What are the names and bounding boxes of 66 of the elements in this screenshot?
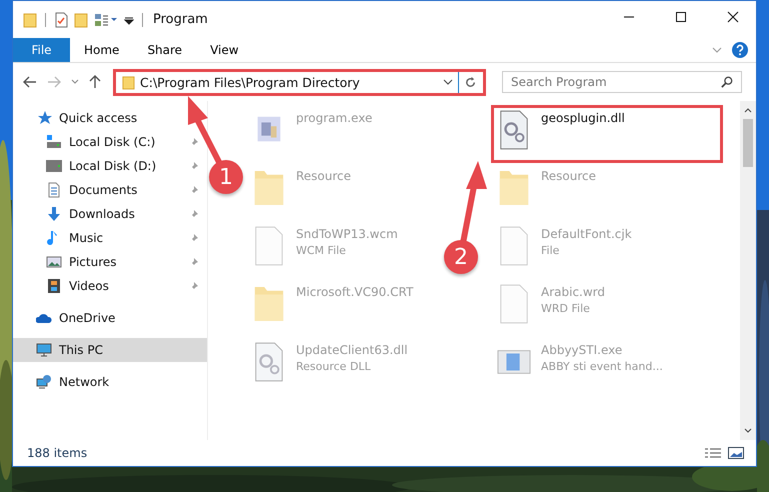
scroll-down-icon[interactable] — [744, 428, 752, 434]
ribbon-tab[interactable]: View — [196, 38, 253, 62]
drive-c-icon — [46, 134, 62, 150]
sidebar-item[interactable]: Local Disk (D:) — [13, 154, 207, 178]
file-name: AbbyySTI.exe — [541, 343, 624, 357]
folder-icon — [122, 74, 135, 90]
sidebar-item[interactable]: Downloads — [13, 202, 207, 226]
sidebar-item[interactable]: Local Disk (C:) — [13, 130, 207, 154]
file-name: UpdateClient63.dll — [296, 343, 408, 357]
properties-icon[interactable] — [54, 12, 68, 28]
up-icon[interactable] — [89, 75, 101, 89]
search-icon — [721, 76, 733, 88]
maximize-icon — [675, 10, 687, 22]
scrollbar-thumb[interactable] — [743, 119, 753, 167]
sidebar-item[interactable]: Documents — [13, 178, 207, 202]
file-name: program.exe — [296, 111, 372, 125]
refresh-icon[interactable] — [464, 76, 477, 88]
file-name: DefaultFont.cjk — [541, 227, 632, 241]
large-icons-view-icon[interactable] — [728, 447, 744, 459]
dropdown-icon[interactable] — [443, 79, 453, 85]
scroll-up-icon[interactable] — [744, 107, 752, 113]
file-menu-button[interactable]: File — [13, 38, 70, 62]
file-name: Microsoft.VC90.CRT — [296, 285, 414, 299]
file-type: WCM File — [296, 244, 347, 257]
close-icon — [727, 10, 739, 22]
videos-icon — [46, 278, 62, 294]
file-name: geosplugin.dll — [541, 111, 625, 125]
file-name: Resource — [541, 169, 596, 183]
arrow — [188, 96, 223, 166]
file-type: ABBY sti event hand... — [541, 360, 663, 373]
address-path: C:\Program Files\Program Directory — [140, 74, 361, 90]
dropdown-icon[interactable] — [124, 14, 134, 24]
recent-locations-icon[interactable] — [71, 79, 79, 85]
sidebar-item[interactable]: Music — [13, 226, 207, 250]
sidebar-item[interactable]: Pictures — [13, 250, 207, 274]
file-name: SndToWP13.wcm — [296, 227, 398, 241]
window-title: Program — [152, 12, 208, 27]
downloads-icon — [46, 206, 62, 222]
file-type: Resource DLL — [296, 360, 372, 373]
details-view-icon[interactable] — [704, 447, 722, 459]
documents-icon — [46, 182, 62, 198]
item-count: 188 items — [27, 446, 88, 460]
minimize-icon — [623, 16, 635, 18]
back-icon[interactable] — [23, 76, 37, 88]
file-item[interactable]: geosplugin.dll — [491, 105, 723, 163]
pictures-icon — [46, 254, 62, 270]
drive-icon — [46, 158, 62, 174]
sidebar-item[interactable]: Videos — [13, 274, 207, 298]
pc-icon — [36, 342, 52, 358]
sidebar-item[interactable]: Quick access — [13, 106, 207, 130]
star-icon — [36, 110, 52, 126]
file-type: File — [541, 244, 560, 257]
file-name: Resource — [296, 169, 352, 183]
help-icon[interactable] — [732, 42, 748, 58]
sidebar-item[interactable]: OneDrive — [13, 306, 207, 330]
search-field[interactable]: Search Program — [502, 71, 742, 93]
ribbon-tab[interactable]: Home — [70, 38, 134, 62]
file-name: Arabic.wrd — [541, 285, 606, 299]
file-type: WRD File — [541, 302, 591, 315]
sidebar-item[interactable]: Network — [13, 370, 207, 394]
view-options-icon[interactable] — [94, 12, 118, 26]
network-icon — [36, 374, 52, 390]
address-bar[interactable]: C:\Program Files\Program Directory — [113, 68, 486, 96]
expand-ribbon-icon[interactable] — [712, 47, 722, 53]
sidebar-item[interactable]: This PC — [13, 338, 207, 362]
ribbon-tab[interactable]: Share — [133, 38, 196, 62]
